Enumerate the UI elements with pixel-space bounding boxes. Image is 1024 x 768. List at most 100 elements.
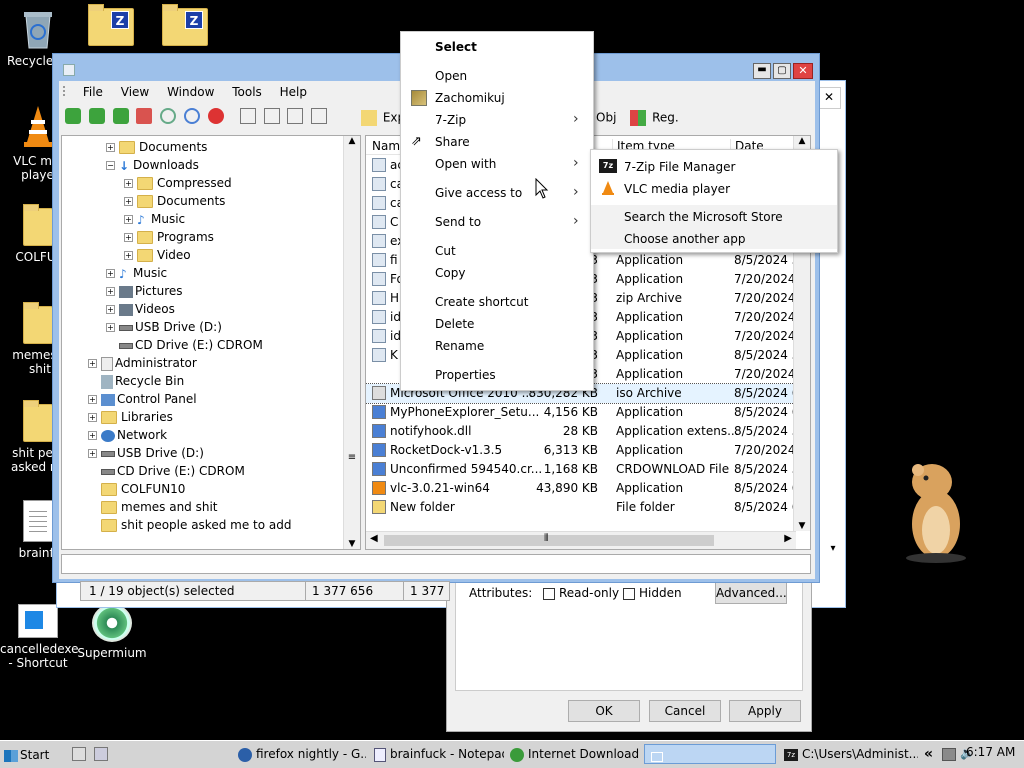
desktop-icon-cancelledexe[interactable]: cancelledexe - Shortcut <box>0 604 79 670</box>
scroll-grip-icon[interactable]: ≡ <box>346 452 358 482</box>
tree-item[interactable]: + Libraries <box>88 408 173 426</box>
hamster-desktop-pet[interactable] <box>888 458 976 564</box>
list-item[interactable]: RocketDock-v1.3.5 6,313 KB Application 7/20… <box>366 441 807 460</box>
up-icon[interactable] <box>112 108 129 124</box>
tree-item[interactable]: + ♪ Music <box>124 210 185 228</box>
task-firefox[interactable]: firefox nightly - G... <box>238 742 366 766</box>
tree-item[interactable]: + USB Drive (D:) <box>88 444 204 462</box>
close-icon[interactable]: ✕ <box>817 87 841 109</box>
quicklaunch-icon[interactable] <box>94 747 108 761</box>
scroll-down-icon[interactable]: ▾ <box>825 543 841 557</box>
hscroll-thumb[interactable] <box>384 535 714 546</box>
ctx-give-access[interactable]: Give access to <box>435 186 522 200</box>
search-icon[interactable] <box>160 108 177 124</box>
ctx-delete[interactable]: Delete <box>435 317 474 331</box>
hidden-checkbox[interactable]: Hidden <box>623 586 682 600</box>
tree-expand-icon[interactable]: + <box>124 197 133 206</box>
folder-tree[interactable]: + Documents − ↓ Downloads + Compressed + Documen… <box>61 135 361 550</box>
tree-scrollbar[interactable]: ▲ ≡ ▼ <box>343 136 360 549</box>
tree-item[interactable]: Recycle Bin <box>88 372 184 390</box>
ctx-select[interactable]: Select <box>435 40 477 54</box>
list-item[interactable]: vlc-3.0.21-win64 43,890 KB Application 8/5/… <box>366 479 810 498</box>
refresh-icon[interactable] <box>184 108 201 124</box>
desktop-folder-zip-2[interactable]: Z <box>162 4 208 46</box>
close-button[interactable]: ✕ <box>793 63 813 79</box>
tree-item[interactable]: − ↓ Downloads <box>106 156 199 174</box>
list-item[interactable]: MyPhoneExplorer_Setu... 4,156 KB Applicati… <box>366 403 810 422</box>
show-desktop-icon[interactable] <box>72 747 86 761</box>
ctx-rename[interactable]: Rename <box>435 339 484 353</box>
tree-item[interactable]: + Videos <box>106 300 175 318</box>
start-button[interactable]: Start <box>4 744 52 766</box>
task-notepad[interactable]: brainfuck - Notepad <box>374 742 504 766</box>
forward-icon[interactable] <box>88 108 105 124</box>
tree-item[interactable]: + Network <box>88 426 167 444</box>
list-item[interactable]: New folder File folder 8/5/2024 6:1 <box>366 498 810 517</box>
view-icon-4[interactable] <box>311 108 328 124</box>
cancel-button[interactable]: Cancel <box>649 700 721 722</box>
tree-expand-icon[interactable]: + <box>124 251 133 260</box>
tree-expand-icon[interactable]: + <box>106 269 115 278</box>
minimize-button[interactable]: ▬ <box>753 63 771 79</box>
ctx-cut[interactable]: Cut <box>435 244 456 258</box>
ctx-open-with[interactable]: Open with <box>435 157 496 171</box>
readonly-checkbox[interactable]: Read-only <box>543 586 619 600</box>
desktop-folder-zip-1[interactable]: Z <box>88 4 134 46</box>
tree-expand-icon[interactable]: + <box>124 233 133 242</box>
tree-item[interactable]: CD Drive (E:) CDROM <box>88 462 245 480</box>
tree-expand-icon[interactable]: + <box>88 413 97 422</box>
tree-item[interactable]: + Video <box>124 246 191 264</box>
scroll-up-icon[interactable]: ▲ <box>794 136 810 146</box>
menu-help[interactable]: Help <box>280 85 307 99</box>
tree-item[interactable]: COLFUN10 <box>88 480 185 498</box>
clock[interactable]: 6:17 AM <box>966 745 1015 759</box>
ctx-open[interactable]: Open <box>435 69 467 83</box>
list-hscrollbar[interactable]: ◀ ⦀ ▶ <box>366 531 796 549</box>
menu-window[interactable]: Window <box>167 85 214 99</box>
apply-button[interactable]: Apply <box>729 700 801 722</box>
ow-search-store[interactable]: Search the Microsoft Store <box>624 210 783 224</box>
tree-item[interactable]: + Administrator <box>88 354 197 372</box>
view-icon-2[interactable] <box>263 108 280 124</box>
menu-view[interactable]: View <box>121 85 149 99</box>
scroll-down-icon[interactable]: ▼ <box>344 539 360 549</box>
tree-item[interactable]: + ♪ Music <box>106 264 167 282</box>
ctx-copy[interactable]: Copy <box>435 266 465 280</box>
list-item[interactable]: notifyhook.dll 28 KB Application extens...… <box>366 422 810 441</box>
ok-button[interactable]: OK <box>568 700 640 722</box>
task-active[interactable] <box>644 744 776 764</box>
address-bar[interactable] <box>61 554 811 574</box>
ctx-create-shortcut[interactable]: Create shortcut <box>435 295 528 309</box>
ctx-properties[interactable]: Properties <box>435 368 496 382</box>
desktop-icon-supermium[interactable]: Supermium <box>72 604 152 660</box>
tree-item[interactable]: + Control Panel <box>88 390 197 408</box>
tree-item[interactable]: + USB Drive (D:) <box>106 318 222 336</box>
list-item[interactable]: Unconfirmed 594540.cr... 1,168 KB CRDOWNLO… <box>366 460 810 479</box>
scroll-up-icon[interactable]: ▲ <box>344 136 360 146</box>
tree-expand-icon[interactable]: + <box>106 143 115 152</box>
advanced-button[interactable]: Advanced... <box>715 582 787 604</box>
tree-expand-icon[interactable]: + <box>124 215 133 224</box>
tray-expand-icon[interactable]: « <box>924 746 933 762</box>
stop-icon[interactable] <box>207 108 224 124</box>
tree-item[interactable]: + Compressed <box>124 174 232 192</box>
tree-expand-icon[interactable]: + <box>124 179 133 188</box>
ctx-share[interactable]: Share <box>435 135 470 149</box>
view-icon-1[interactable] <box>239 108 256 124</box>
ow-choose-another[interactable]: Choose another app <box>624 232 745 246</box>
tree-item[interactable]: + Documents <box>106 138 207 156</box>
scroll-right-icon[interactable]: ▶ <box>784 533 792 544</box>
maximize-button[interactable]: ▢ <box>773 63 791 79</box>
tree-expand-icon[interactable]: + <box>106 305 115 314</box>
toolbar-obj[interactable]: Obj Reg. <box>596 110 679 126</box>
tree-expand-icon[interactable]: + <box>88 449 97 458</box>
ctx-zachomikuj[interactable]: Zachomikuj <box>435 91 505 105</box>
view-icon-3[interactable] <box>287 108 304 124</box>
tray-icon[interactable] <box>942 748 956 761</box>
back-icon[interactable] <box>65 108 81 124</box>
tree-item[interactable]: shit people asked me to add <box>88 516 291 534</box>
ow-7zip-file-manager[interactable]: 7-Zip File Manager <box>624 160 735 174</box>
ctx-send-to[interactable]: Send to <box>435 215 481 229</box>
tree-item[interactable]: memes and shit <box>88 498 218 516</box>
ow-vlc[interactable]: VLC media player <box>624 182 730 196</box>
